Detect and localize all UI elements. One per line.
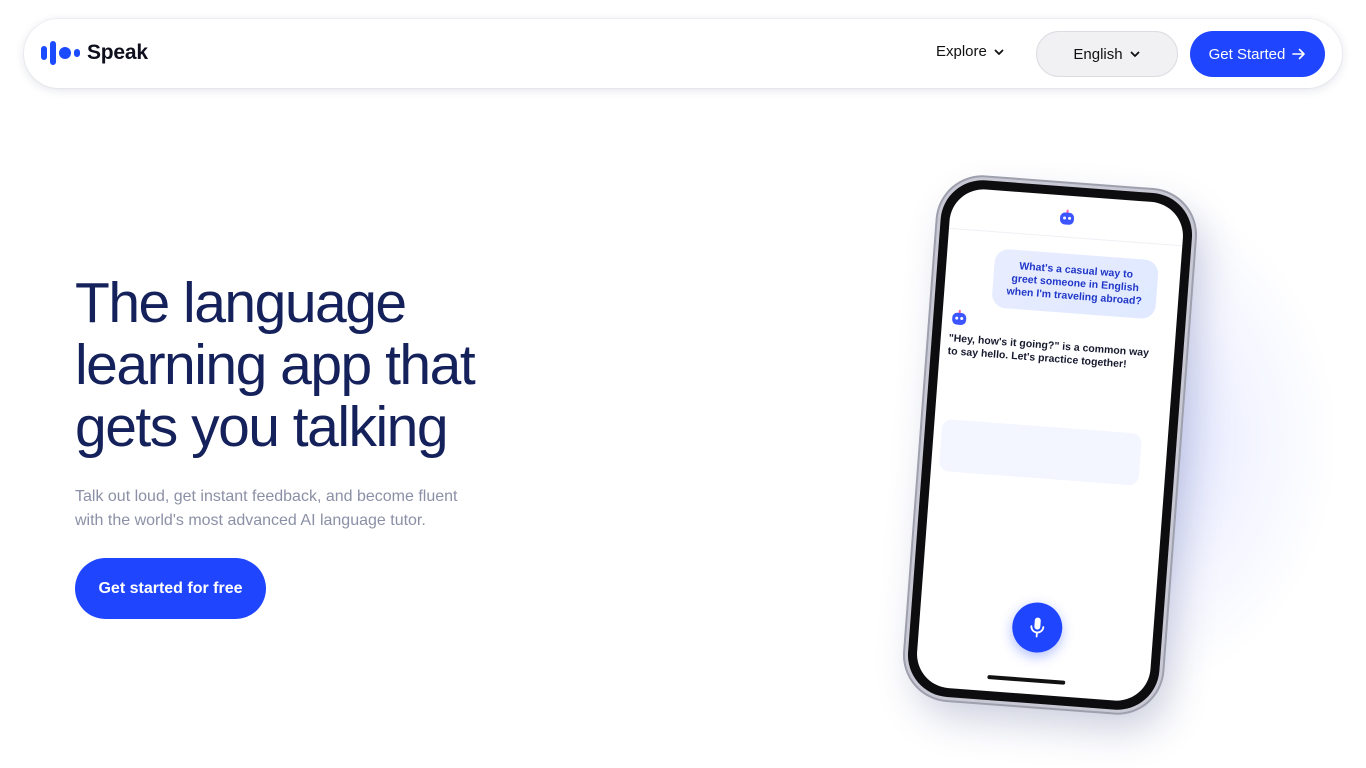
phone-screen: What's a casual way to greet someone in … <box>914 186 1186 704</box>
hero-title-line: The language <box>75 271 407 335</box>
chevron-down-icon <box>994 49 1004 55</box>
robot-icon <box>950 309 969 326</box>
microphone-button[interactable] <box>1010 600 1065 655</box>
arrow-right-icon <box>1292 48 1306 60</box>
get-started-label: Get Started <box>1208 45 1286 63</box>
explore-menu[interactable]: Explore <box>936 43 1005 60</box>
hero-subtitle-line: Talk out loud, get instant feedback, and… <box>75 488 458 505</box>
brand-logo[interactable]: Speak <box>41 41 148 65</box>
hero-title-line: learning app that <box>75 333 476 397</box>
brand-name: Speak <box>87 41 148 64</box>
faded-message-placeholder <box>938 418 1143 486</box>
chevron-down-icon <box>1130 51 1139 57</box>
hero-subtitle: Talk out loud, get instant feedback, and… <box>75 485 535 533</box>
hero-title: The language learning app that gets you … <box>75 272 575 458</box>
explore-label: Explore <box>936 43 987 60</box>
language-label: English <box>1073 45 1123 63</box>
get-started-free-button[interactable]: Get started for free <box>75 558 266 619</box>
hero-subtitle-line: with the world's most advanced AI langua… <box>75 512 426 529</box>
bot-message: "Hey, how's it going?" is a common way t… <box>947 332 1150 371</box>
get-started-button[interactable]: Get Started <box>1190 31 1325 77</box>
speak-logo-icon <box>41 41 80 65</box>
hero-title-line: gets you talking <box>75 395 449 459</box>
microphone-icon <box>1030 617 1045 638</box>
language-selector[interactable]: English <box>1036 31 1178 77</box>
user-message-bubble: What's a casual way to greet someone in … <box>991 248 1160 320</box>
home-indicator <box>987 674 1066 685</box>
robot-icon <box>1058 209 1077 226</box>
phone-mockup: What's a casual way to greet someone in … <box>904 177 1196 713</box>
top-navigation: Speak Explore English Get Started <box>24 19 1342 88</box>
